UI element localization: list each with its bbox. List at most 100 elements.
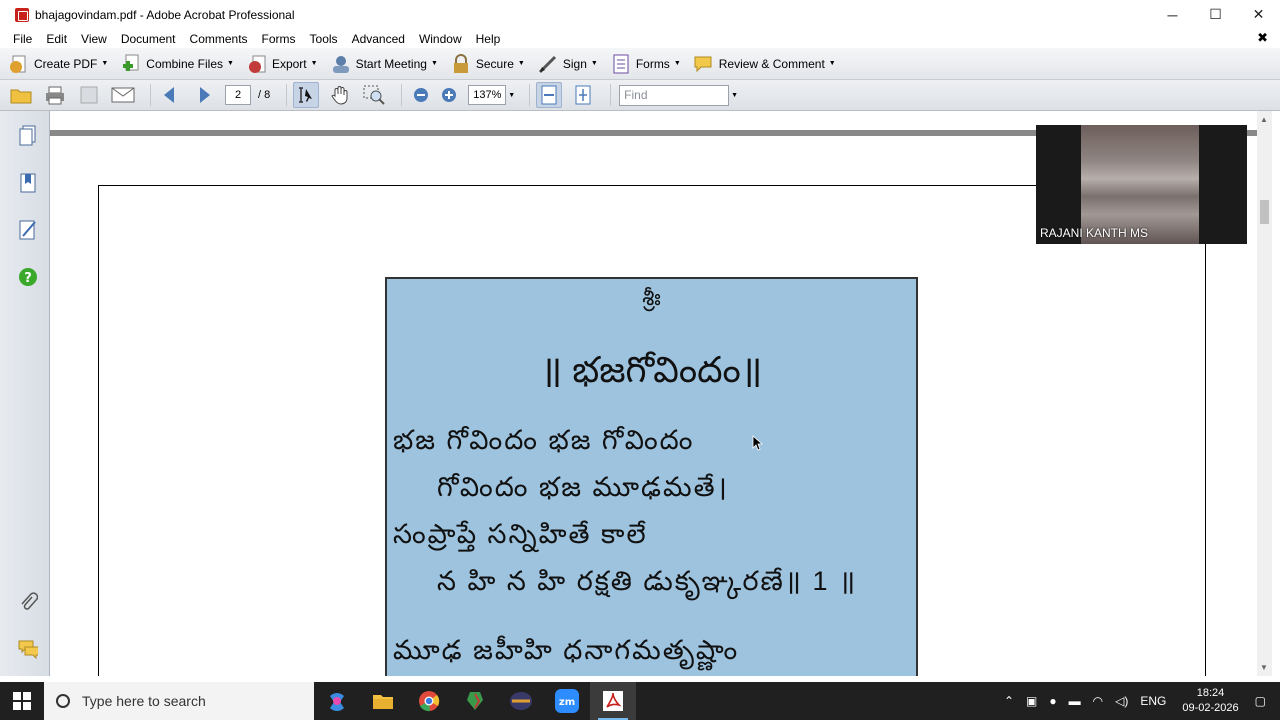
mouse-cursor-icon bbox=[752, 435, 764, 451]
zoom-dropdown-icon[interactable]: ▼ bbox=[508, 92, 515, 99]
start-meeting-label: Start Meeting bbox=[355, 56, 427, 71]
signatures-icon[interactable] bbox=[18, 219, 38, 241]
save-icon[interactable] bbox=[76, 82, 102, 108]
menu-document[interactable]: Document bbox=[114, 32, 183, 46]
toolbar-separator bbox=[529, 84, 531, 106]
scrollbar-thumb[interactable] bbox=[1260, 200, 1269, 224]
export-label: Export bbox=[271, 56, 307, 71]
clock[interactable]: 18:24 09-02-2026 bbox=[1182, 686, 1238, 716]
comment-bubble-icon bbox=[693, 53, 715, 75]
next-page-icon[interactable] bbox=[191, 82, 217, 108]
verse-line: గోవిందం భజ మూఢమతే। bbox=[437, 472, 729, 502]
svg-text:zm: zm bbox=[559, 697, 575, 708]
find-input[interactable]: Find bbox=[619, 84, 730, 106]
language-indicator[interactable]: ENG bbox=[1140, 694, 1166, 708]
secure-button[interactable]: Secure ▼ bbox=[450, 53, 525, 75]
svg-text:?: ? bbox=[24, 271, 32, 286]
video-call-thumbnail[interactable]: RAJANI KANTH MS bbox=[1036, 125, 1247, 244]
open-folder-icon[interactable] bbox=[8, 82, 34, 108]
menu-edit[interactable]: Edit bbox=[39, 32, 74, 46]
forms-icon bbox=[610, 53, 632, 75]
verse-line: భజ గోవిందం భజ గోవిందం bbox=[393, 425, 695, 455]
navigation-pane: ? bbox=[0, 111, 50, 676]
marquee-zoom-icon[interactable] bbox=[361, 82, 387, 108]
document-close-icon[interactable]: ✖ bbox=[1257, 30, 1268, 46]
navigation-toolbar: 2 / 8 137% ▼ Find ▼ bbox=[0, 80, 1280, 111]
zoom-out-icon[interactable] bbox=[408, 82, 434, 108]
combine-files-icon bbox=[120, 53, 142, 75]
print-icon[interactable] bbox=[42, 82, 68, 108]
battery-icon[interactable]: ▬ bbox=[1069, 694, 1081, 708]
menu-tools[interactable]: Tools bbox=[303, 32, 345, 46]
export-button[interactable]: Export ▼ bbox=[246, 53, 318, 75]
menu-window[interactable]: Window bbox=[412, 32, 469, 46]
notifications-icon[interactable]: ▢ bbox=[1255, 694, 1266, 708]
start-button[interactable] bbox=[0, 682, 44, 720]
page-number-input[interactable]: 2 bbox=[225, 85, 251, 105]
app-taskbar-icon[interactable] bbox=[452, 682, 498, 720]
pages-icon[interactable] bbox=[18, 125, 38, 147]
chrome-taskbar-icon[interactable] bbox=[406, 682, 452, 720]
taskbar-search[interactable]: Type here to search bbox=[44, 682, 314, 720]
combine-files-button[interactable]: Combine Files ▼ bbox=[120, 53, 234, 75]
select-tool-icon[interactable] bbox=[293, 82, 320, 108]
help-icon[interactable]: ? bbox=[18, 266, 38, 288]
file-explorer-taskbar-icon[interactable] bbox=[360, 682, 406, 720]
acrobat-taskbar-icon[interactable] bbox=[590, 682, 636, 720]
bookmarks-icon[interactable] bbox=[18, 172, 38, 194]
zoom-taskbar-icon[interactable]: zm bbox=[544, 682, 590, 720]
menu-help[interactable]: Help bbox=[469, 32, 508, 46]
camera-icon[interactable]: ▣ bbox=[1026, 694, 1037, 708]
fit-page-icon[interactable] bbox=[570, 82, 596, 108]
maximize-button[interactable]: ☐ bbox=[1194, 0, 1237, 29]
toolbar-separator bbox=[610, 84, 612, 106]
wifi-icon[interactable]: ◠ bbox=[1093, 694, 1103, 708]
menu-bar: File Edit View Document Comments Forms T… bbox=[0, 29, 1280, 48]
clock-date: 09-02-2026 bbox=[1182, 702, 1239, 714]
find-dropdown-icon[interactable]: ▼ bbox=[731, 92, 738, 99]
secure-label: Secure bbox=[475, 56, 514, 71]
menu-comments[interactable]: Comments bbox=[183, 32, 255, 46]
menu-forms[interactable]: Forms bbox=[255, 32, 303, 46]
hand-tool-icon[interactable] bbox=[327, 82, 353, 108]
export-icon bbox=[246, 53, 268, 75]
menu-file[interactable]: File bbox=[0, 32, 39, 46]
zoom-level-input[interactable]: 137% bbox=[468, 85, 507, 105]
email-icon[interactable] bbox=[110, 82, 136, 108]
title-bar: bhajagovindam.pdf - Adobe Acrobat Profes… bbox=[0, 0, 1280, 29]
search-icon bbox=[56, 694, 70, 708]
verse-line: మూఢ జహీహి ధనాగమతృష్ణాం bbox=[393, 635, 740, 665]
volume-icon[interactable]: ◁) bbox=[1115, 694, 1128, 708]
document-heading: ॥ భజగోవిందం॥ bbox=[540, 349, 763, 390]
attachments-icon[interactable] bbox=[18, 591, 38, 613]
menu-advanced[interactable]: Advanced bbox=[345, 32, 412, 46]
menu-view[interactable]: View bbox=[74, 32, 114, 46]
page-total: / 8 bbox=[258, 89, 271, 101]
create-pdf-button[interactable]: Create PDF ▼ bbox=[8, 53, 108, 75]
combine-files-label: Combine Files bbox=[146, 56, 223, 71]
zoom-in-icon[interactable] bbox=[436, 82, 462, 108]
forms-button[interactable]: Forms ▼ bbox=[610, 53, 681, 75]
acrobat-app-icon bbox=[15, 7, 29, 22]
sign-button[interactable]: Sign ▼ bbox=[537, 53, 598, 75]
chevron-down-icon: ▼ bbox=[430, 60, 438, 67]
start-meeting-button[interactable]: Start Meeting ▼ bbox=[330, 53, 438, 75]
lock-icon bbox=[450, 53, 472, 75]
scroll-down-icon[interactable]: ▼ bbox=[1260, 663, 1268, 672]
previous-page-icon[interactable] bbox=[157, 82, 183, 108]
comments-icon[interactable] bbox=[18, 638, 38, 660]
forms-label: Forms bbox=[635, 56, 670, 71]
system-tray: ⌃ ▣ ● ▬ ◠ ◁) ENG 18:24 09-02-2026 ▢ bbox=[998, 682, 1280, 720]
copilot-taskbar-icon[interactable] bbox=[314, 682, 360, 720]
close-button[interactable]: ✕ bbox=[1237, 0, 1280, 29]
microphone-icon[interactable]: ● bbox=[1049, 694, 1056, 708]
notes-taskbar-icon[interactable] bbox=[498, 682, 544, 720]
window-controls: ─ ☐ ✕ bbox=[1151, 0, 1280, 29]
chevron-down-icon: ▼ bbox=[310, 60, 318, 67]
chevron-up-icon[interactable]: ⌃ bbox=[1004, 694, 1014, 708]
vertical-scrollbar[interactable]: ▲ ▼ bbox=[1257, 111, 1272, 676]
fit-width-icon[interactable] bbox=[536, 82, 563, 108]
minimize-button[interactable]: ─ bbox=[1151, 0, 1194, 29]
scroll-up-icon[interactable]: ▲ bbox=[1260, 115, 1268, 124]
review-comment-button[interactable]: Review & Comment ▼ bbox=[693, 53, 836, 75]
